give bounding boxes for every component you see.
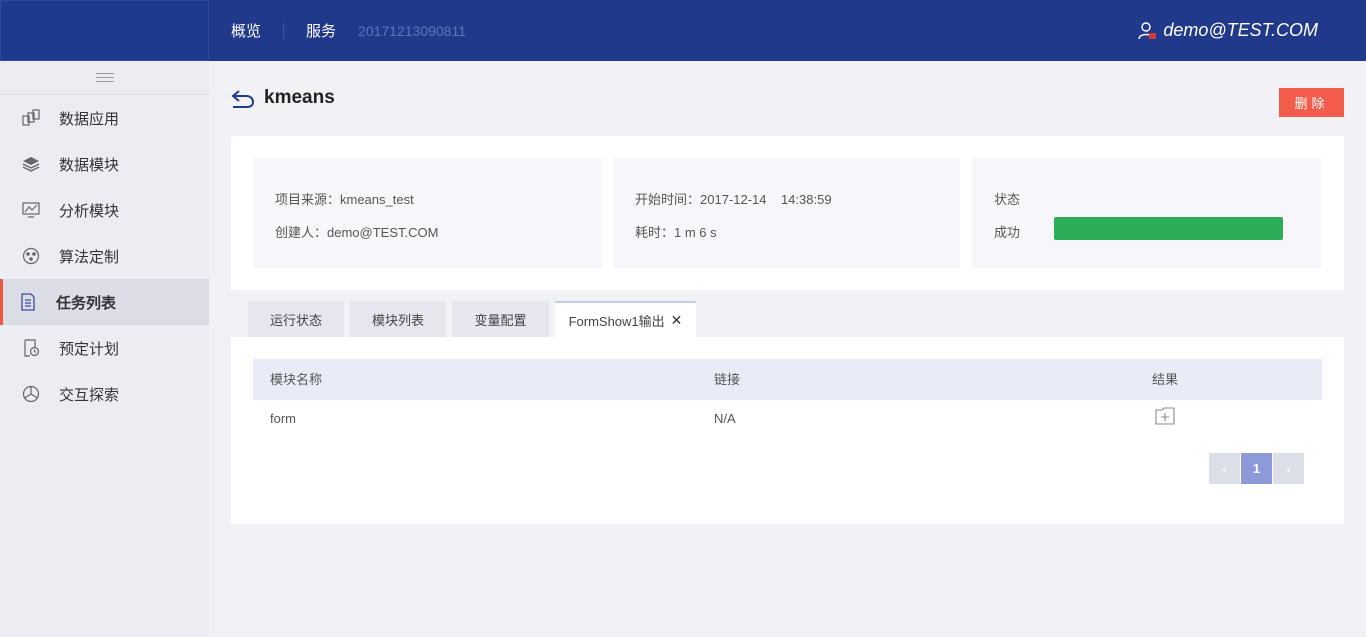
schedule-icon <box>22 339 40 357</box>
layers-icon <box>22 155 40 173</box>
status-info-card: 状态 成功 <box>972 158 1321 268</box>
sidebar-toggle[interactable] <box>0 61 209 95</box>
col-link: 链接 <box>714 372 741 387</box>
next-page-button[interactable]: › <box>1273 453 1304 484</box>
pagination: ‹ 1 › <box>1208 453 1304 485</box>
breadcrumb: 20171213090811 <box>358 22 466 39</box>
cell-link: N/A <box>714 411 736 426</box>
tab-formshow-output[interactable]: FormShow1输出 ✕ <box>555 301 696 337</box>
tab-run-status[interactable]: 运行状态 <box>248 301 344 337</box>
nav-overview[interactable]: 概览 <box>231 20 261 41</box>
job-info-panel: 项目来源：kmeans_test 创建人：demo@TEST.COM 开始时间：… <box>231 136 1344 290</box>
sidebar-item-label: 预定计划 <box>59 340 120 358</box>
algorithm-icon <box>22 247 40 265</box>
time-info-card: 开始时间：2017-12-14 14:38:59 耗时：1 m 6 s <box>613 158 960 268</box>
explore-icon <box>22 385 40 403</box>
sidebar-item-data-module[interactable]: 数据模块 <box>0 141 209 187</box>
sidebar-item-schedule[interactable]: 预定计划 <box>0 325 209 371</box>
sidebar: 数据应用 数据模块 分析模块 算法定制 任务列表 预定计划 交互探索 <box>0 61 209 637</box>
user-icon <box>1138 21 1157 39</box>
table-row: form N/A <box>253 400 1322 438</box>
user-menu[interactable]: demo@TEST.COM <box>1137 0 1318 61</box>
sidebar-item-label: 数据模块 <box>59 156 120 174</box>
analysis-icon <box>22 201 40 219</box>
col-module-name: 模块名称 <box>270 372 323 387</box>
sidebar-item-task-list[interactable]: 任务列表 <box>0 279 209 325</box>
col-result: 结果 <box>1152 372 1179 387</box>
top-bar: 概览 服务 20171213090811 demo@TEST.COM <box>0 0 1366 61</box>
expand-result-icon[interactable] <box>1155 407 1175 427</box>
sidebar-item-explore[interactable]: 交互探索 <box>0 371 209 417</box>
project-info-card: 项目来源：kmeans_test 创建人：demo@TEST.COM <box>253 158 602 268</box>
main-content: kmeans 删除 项目来源：kmeans_test 创建人：demo@TEST… <box>209 61 1366 637</box>
table-header: 模块名称 链接 结果 <box>253 359 1322 400</box>
logo-area[interactable] <box>0 0 209 61</box>
status-label: 状态 <box>994 192 1021 207</box>
sidebar-item-label: 分析模块 <box>59 202 120 220</box>
tab-variable-config[interactable]: 变量配置 <box>452 301 549 337</box>
status-value: 成功 <box>994 225 1021 240</box>
page-1-button[interactable]: 1 <box>1241 453 1272 484</box>
page-header: kmeans <box>231 87 335 109</box>
top-nav: 概览 服务 20171213090811 <box>231 0 466 61</box>
menu-icon <box>95 72 114 82</box>
back-icon[interactable] <box>231 88 255 108</box>
cell-module-name: form <box>270 411 296 426</box>
close-icon[interactable]: ✕ <box>671 312 683 329</box>
delete-button[interactable]: 删除 <box>1279 88 1344 117</box>
sidebar-item-algorithm[interactable]: 算法定制 <box>0 233 209 279</box>
start-time: 开始时间：2017-12-14 14:38:59 <box>635 192 832 207</box>
sidebar-item-analysis[interactable]: 分析模块 <box>0 187 209 233</box>
sidebar-item-label: 交互探索 <box>59 386 120 404</box>
sidebar-item-label: 算法定制 <box>59 248 120 266</box>
data-app-icon <box>22 109 40 127</box>
user-email: demo@TEST.COM <box>1163 20 1318 40</box>
output-table-panel: 模块名称 链接 结果 form N/A ‹ 1 › <box>231 337 1344 524</box>
page-title: kmeans <box>264 87 335 108</box>
tab-label: FormShow1输出 <box>568 313 665 329</box>
project-creator: 创建人：demo@TEST.COM <box>275 225 439 240</box>
tab-label: 运行状态 <box>269 312 322 328</box>
prev-page-button[interactable]: ‹ <box>1209 453 1240 484</box>
sidebar-item-data-app[interactable]: 数据应用 <box>0 95 209 141</box>
duration: 耗时：1 m 6 s <box>635 225 717 240</box>
project-source: 项目来源：kmeans_test <box>275 192 414 207</box>
sidebar-item-label: 任务列表 <box>56 294 117 312</box>
nav-services[interactable]: 服务 <box>306 20 336 41</box>
tab-label: 变量配置 <box>474 312 527 328</box>
nav-divider <box>283 22 285 39</box>
status-progress-bar <box>1054 217 1283 240</box>
tab-module-list[interactable]: 模块列表 <box>350 301 446 337</box>
sidebar-item-label: 数据应用 <box>59 110 120 128</box>
tab-label: 模块列表 <box>371 312 424 328</box>
task-list-icon <box>19 293 37 311</box>
